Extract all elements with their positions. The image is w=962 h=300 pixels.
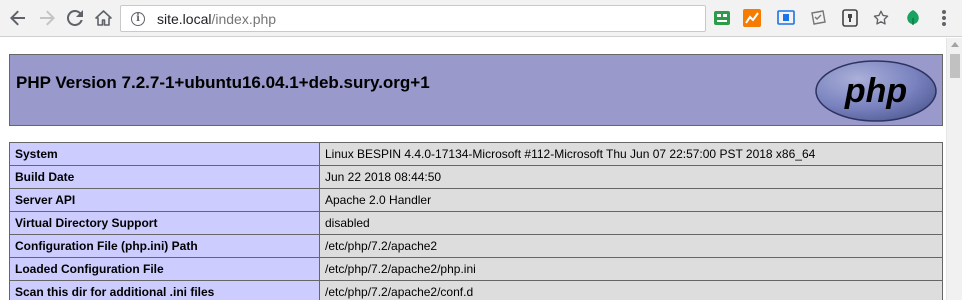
php-logo: php [815,60,937,122]
table-row: Server API Apache 2.0 Handler [9,188,943,212]
url-path: /index.php [211,10,277,27]
row-value: /etc/php/7.2/apache2/conf.d [319,280,943,300]
phpinfo-header: PHP Version 7.2.7-1+ubuntu16.04.1+deb.su… [9,54,943,126]
row-value: Linux BESPIN 4.4.0-17134-Microsoft #112-… [319,142,943,166]
reload-icon [67,10,83,26]
row-value: /etc/php/7.2/apache2/php.ini [319,257,943,281]
row-label: Virtual Directory Support [9,211,320,235]
forward-button[interactable] [35,6,59,30]
php-info-table: System Linux BESPIN 4.4.0-17134-Microsof… [9,142,943,300]
scroll-up-arrow-icon[interactable] [951,42,959,47]
row-value: disabled [319,211,943,235]
table-row: System Linux BESPIN 4.4.0-17134-Microsof… [9,142,943,166]
scrollbar-thumb[interactable] [950,54,960,78]
page-content: PHP Version 7.2.7-1+ubuntu16.04.1+deb.su… [0,38,946,300]
table-row: Scan this dir for additional .ini files … [9,280,943,300]
row-label: System [9,142,320,166]
row-label: Server API [9,188,320,212]
php-logo-text: php [844,72,907,110]
extension-cast-icon[interactable] [776,8,796,28]
row-value: /etc/php/7.2/apache2 [319,234,943,258]
arrow-right-icon [40,10,55,26]
row-value: Jun 22 2018 08:44:50 [319,165,943,189]
extension-robot-icon[interactable] [712,8,732,28]
row-label: Scan this dir for additional .ini files [9,280,320,300]
star-icon[interactable] [871,8,891,28]
reload-button[interactable] [63,6,87,30]
table-row: Loaded Configuration File /etc/php/7.2/a… [9,257,943,281]
browser-toolbar: i site.local/index.php [0,0,962,37]
info-icon[interactable]: i [131,11,145,26]
table-row: Build Date Jun 22 2018 08:44:50 [9,165,943,189]
back-button[interactable] [6,6,30,30]
home-icon [94,10,112,26]
page-title: PHP Version 7.2.7-1+ubuntu16.04.1+deb.su… [16,73,430,92]
vertical-dots-icon[interactable] [934,8,954,28]
extension-clipboard-icon[interactable] [808,8,828,28]
table-row: Configuration File (php.ini) Path /etc/p… [9,234,943,258]
extension-chart-icon[interactable] [742,8,762,28]
home-button[interactable] [91,6,115,30]
url-host: site.local [157,10,212,27]
arrow-left-icon [10,10,25,26]
extension-leaf-icon[interactable] [903,8,923,28]
vertical-scrollbar[interactable] [946,38,962,300]
table-row: Virtual Directory Support disabled [9,211,943,235]
row-label: Loaded Configuration File [9,257,320,281]
address-bar[interactable]: i site.local/index.php [120,5,706,32]
row-value: Apache 2.0 Handler [319,188,943,212]
row-label: Configuration File (php.ini) Path [9,234,320,258]
extension-shield-icon[interactable] [840,8,860,28]
row-label: Build Date [9,165,320,189]
